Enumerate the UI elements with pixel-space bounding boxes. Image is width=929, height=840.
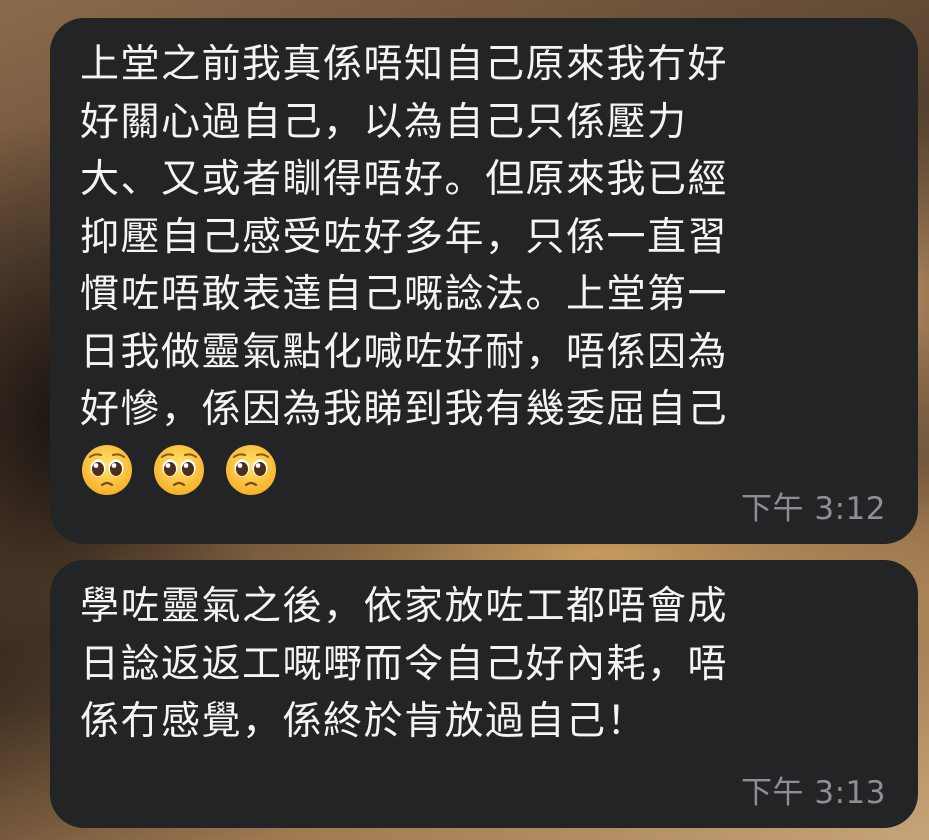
message-timestamp: 下午 3:13 xyxy=(741,775,886,811)
message-text: 學咗靈氣之後，依家放咗工都唔會成 日諗返返工嘅嘢而令自己好內耗，唔 係冇感覺，係… xyxy=(80,584,729,744)
message-text: 上堂之前我真係唔知自己原來我冇好 好關心過自己，以為自己只係壓力 大、又或者瞓得… xyxy=(80,42,729,432)
pleading-face-emoji-icon xyxy=(80,443,134,497)
message-bubble-1[interactable]: 上堂之前我真係唔知自己原來我冇好 好關心過自己，以為自己只係壓力 大、又或者瞓得… xyxy=(50,18,918,544)
pleading-face-emoji-icon xyxy=(224,443,278,497)
pleading-face-emoji-icon xyxy=(152,443,206,497)
message-timestamp: 下午 3:12 xyxy=(741,491,886,527)
message-bubble-2[interactable]: 學咗靈氣之後，依家放咗工都唔會成 日諗返返工嘅嘢而令自己好內耗，唔 係冇感覺，係… xyxy=(50,560,918,828)
